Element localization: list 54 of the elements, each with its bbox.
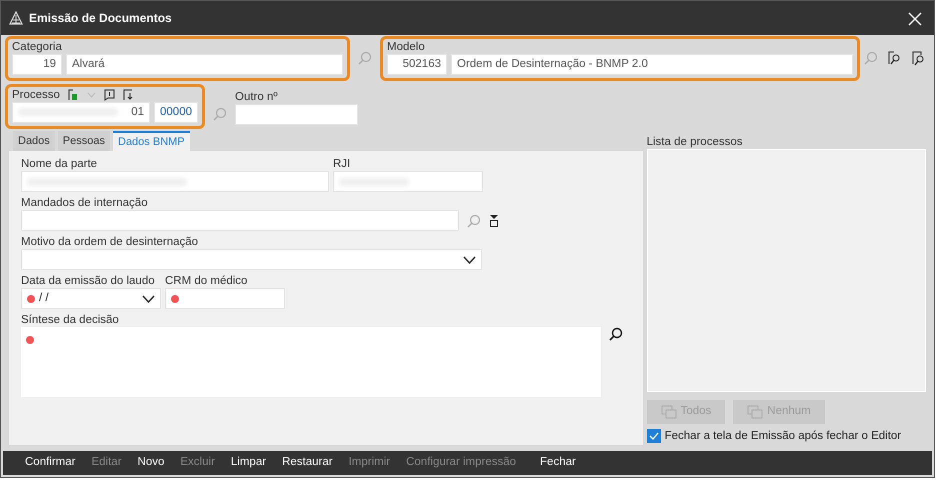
field-label: Data da emissão do laudo xyxy=(21,274,156,288)
document-search-icon[interactable] xyxy=(910,50,926,66)
party-name-field[interactable] xyxy=(21,171,329,192)
tab[interactable]: Dados xyxy=(13,130,55,152)
field-label: Mandados de internação xyxy=(21,196,149,210)
decision-summary-field[interactable] xyxy=(21,327,601,398)
document-arrow-icon[interactable] xyxy=(122,88,134,101)
copy-icon xyxy=(660,405,677,419)
checkbox-label: Fechar a tela de Emissão após fechar o Editor xyxy=(664,428,902,444)
document-info-icon[interactable] xyxy=(104,88,115,101)
list-title: Lista de processos xyxy=(646,134,744,149)
model-name-field[interactable]: Ordem de Desinternação - BNMP 2.0 xyxy=(451,54,853,75)
required-dot-icon xyxy=(26,336,34,344)
field-label: Nome da parte xyxy=(21,157,98,172)
field-value: 01 xyxy=(131,104,144,120)
app-logo-icon xyxy=(9,10,23,25)
action-button[interactable]: Restaurar xyxy=(274,454,341,472)
action-button[interactable]: Confirmar xyxy=(17,454,84,472)
search-icon[interactable] xyxy=(609,327,623,342)
window-title: Emissão de Documentos xyxy=(29,10,172,27)
date-value: / / xyxy=(39,291,49,306)
tab[interactable]: Pessoas xyxy=(58,130,110,152)
field-label: CRM do médico xyxy=(165,274,248,288)
chevron-down-icon[interactable] xyxy=(463,256,476,264)
field-label: Outro nº xyxy=(235,90,279,104)
document-add-icon[interactable] xyxy=(68,88,79,101)
field-label: RJI xyxy=(333,157,352,172)
crm-field[interactable] xyxy=(165,288,285,310)
warrants-field[interactable] xyxy=(21,210,459,232)
action-button[interactable]: Fechar xyxy=(532,454,584,472)
code-field[interactable]: 502163 xyxy=(387,54,447,75)
field-label: Síntese da decisão xyxy=(21,313,120,328)
copy-icon xyxy=(747,405,764,419)
caret-icon[interactable] xyxy=(86,92,96,98)
date-dropdown[interactable]: / / xyxy=(21,288,161,310)
document-search-icon[interactable] xyxy=(886,50,902,66)
field-label: Processo xyxy=(12,88,60,102)
process-number-field[interactable]: 01 xyxy=(12,102,150,123)
tab[interactable]: Dados BNMP xyxy=(113,130,190,152)
checkbox[interactable] xyxy=(646,429,661,444)
required-dot-icon xyxy=(171,294,179,303)
rji-field[interactable] xyxy=(333,171,483,192)
dropdown-box-icon[interactable] xyxy=(489,214,499,228)
action-button[interactable]: Novo xyxy=(130,454,172,472)
process-suffix-field[interactable]: 00000 xyxy=(154,102,198,123)
required-dot-icon xyxy=(27,294,35,303)
field-label: Categoria xyxy=(12,40,63,54)
field-label: Modelo xyxy=(387,40,426,54)
code-field[interactable]: 19 xyxy=(12,54,62,75)
other-number-field[interactable] xyxy=(235,104,358,125)
action-button[interactable]: Limpar xyxy=(222,454,274,472)
category-name-field[interactable]: Alvará xyxy=(66,54,343,75)
field-label: Motivo da ordem de desinternação xyxy=(21,235,200,250)
chevron-down-icon[interactable] xyxy=(142,294,155,303)
